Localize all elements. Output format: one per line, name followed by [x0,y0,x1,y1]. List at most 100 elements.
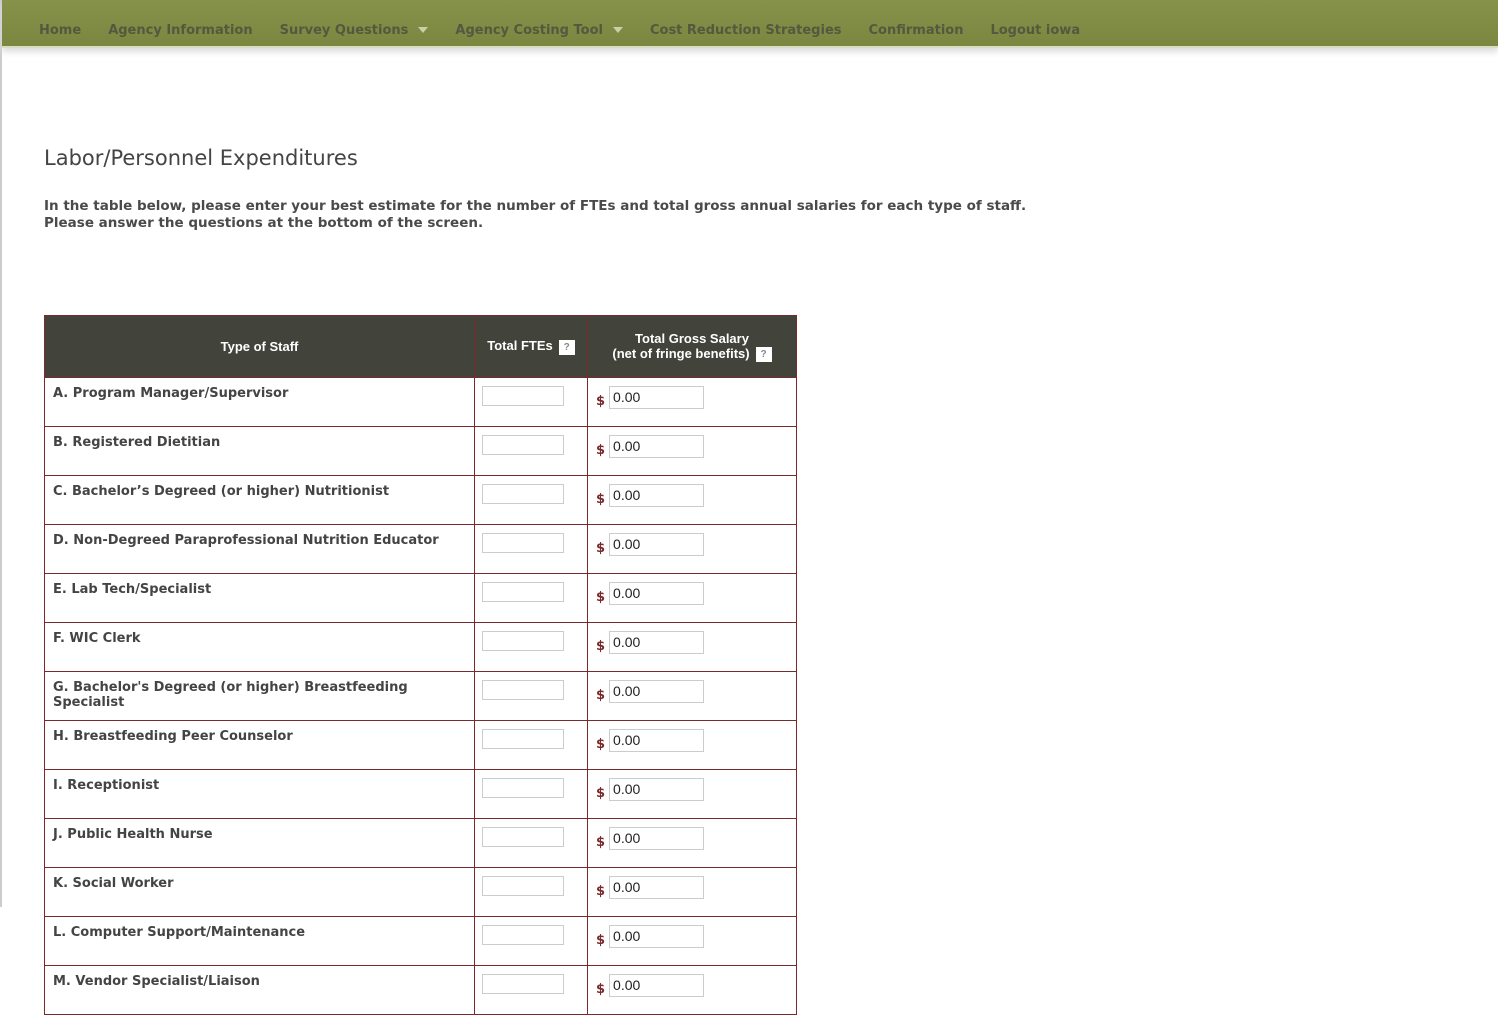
fte-cell [474,671,588,721]
header-total-ftes: Total FTEs? [474,315,588,378]
salary-input[interactable]: 0.00 [609,876,705,899]
nav-item-cost-reduction-strategies[interactable]: Cost Reduction Strategies [650,9,842,38]
instructions-line-1: In the table below, please enter your be… [44,198,1027,214]
nav-label: Survey Questions [279,22,409,38]
salary-input[interactable]: 0.00 [609,582,705,605]
currency-symbol: $ [596,394,606,409]
staff-type: E. Lab Tech/Specialist [44,573,475,623]
fte-cell [474,573,588,623]
instructions: In the table below, please enter your be… [44,198,1026,232]
fte-cell [474,867,588,917]
header-total-ftes-label: Total FTEs [487,338,553,354]
salary-cell: $0.00 [587,769,797,819]
salary-cell: $0.00 [587,573,797,623]
salary-input[interactable]: 0.00 [609,925,705,948]
table-row: K. Social Worker $0.00 [44,867,797,917]
salary-input[interactable]: 0.00 [609,778,705,801]
header-salary-line-1: Total Gross Salary [635,330,749,346]
salary-cell: $0.00 [587,622,797,672]
staff-type: L. Computer Support/Maintenance [44,916,475,966]
fte-input[interactable] [482,827,564,847]
salary-input[interactable]: 0.00 [609,386,705,409]
salary-input[interactable]: 0.00 [609,680,705,703]
fte-cell [474,769,588,819]
table-row: G. Bachelor's Degreed (or higher) Breast… [44,671,797,721]
table-row: H. Breastfeeding Peer Counselor $0.00 [44,720,797,770]
staff-type: J. Public Health Nurse [44,818,475,868]
staff-type: A. Program Manager/Supervisor [44,377,475,427]
fte-input[interactable] [482,974,564,994]
staff-type: D. Non-Degreed Paraprofessional Nutritio… [44,524,475,574]
fte-input[interactable] [482,386,564,406]
staff-type: H. Breastfeeding Peer Counselor [44,720,475,770]
nav-item-home[interactable]: Home [39,9,81,38]
table-row: M. Vendor Specialist/Liaison $0.00 [44,965,797,1015]
currency-symbol: $ [596,835,606,850]
salary-input[interactable]: 0.00 [609,533,705,556]
fte-input[interactable] [482,729,564,749]
fte-input[interactable] [482,778,564,798]
fte-cell [474,622,588,672]
salary-input[interactable]: 0.00 [609,435,705,458]
salary-cell: $0.00 [587,524,797,574]
fte-input[interactable] [482,631,564,651]
staff-type: G. Bachelor's Degreed (or higher) Breast… [44,671,475,721]
nav-label: Agency Costing Tool [455,22,603,38]
currency-symbol: $ [596,541,606,556]
fte-input[interactable] [482,435,564,455]
page-title: Labor/Personnel Expenditures [44,146,358,170]
salary-cell: $0.00 [587,426,797,476]
currency-symbol: $ [596,443,606,458]
nav-item-survey-questions[interactable]: Survey Questions [280,9,429,38]
nav-item-agency-costing-tool[interactable]: Agency Costing Tool [455,9,623,38]
salary-input[interactable]: 0.00 [609,631,705,654]
help-icon[interactable]: ? [755,347,772,363]
table-row: B. Registered Dietitian $0.00 [44,426,797,476]
top-nav: Home Agency Information Survey Questions Ag… [2,0,1498,48]
fte-input[interactable] [482,582,564,602]
salary-input[interactable]: 0.00 [609,484,705,507]
salary-cell: $0.00 [587,377,797,427]
nav-item-agency-information[interactable]: Agency Information [108,9,252,38]
table-row: A. Program Manager/Supervisor $0.00 [44,377,797,427]
staff-type: C. Bachelor’s Degreed (or higher) Nutrit… [44,475,475,525]
currency-symbol: $ [596,639,606,654]
staff-type: K. Social Worker [44,867,475,917]
nav-label: Confirmation [868,22,964,38]
currency-symbol: $ [596,737,606,752]
nav-label: Logout iowa [990,22,1081,38]
salary-cell: $0.00 [587,720,797,770]
currency-symbol: $ [596,982,606,997]
table-row: F. WIC Clerk $0.00 [44,622,797,672]
fte-input[interactable] [482,533,564,553]
salary-cell: $0.00 [587,867,797,917]
nav-item-confirmation[interactable]: Confirmation [869,9,964,38]
header-salary-line-2: (net of fringe benefits) [612,345,750,361]
help-icon[interactable]: ? [558,339,575,355]
table-row: L. Computer Support/Maintenance $0.00 [44,916,797,966]
table-row: E. Lab Tech/Specialist $0.00 [44,573,797,623]
salary-cell: $0.00 [587,965,797,1015]
fte-input[interactable] [482,484,564,504]
fte-input[interactable] [482,680,564,700]
chevron-down-icon [418,27,429,33]
nav-item-logout-iowa[interactable]: Logout iowa [990,9,1080,38]
staff-type: I. Receptionist [44,769,475,819]
salary-input[interactable]: 0.00 [609,729,705,752]
salary-input[interactable]: 0.00 [609,827,705,850]
salary-cell: $0.00 [587,475,797,525]
fte-cell [474,475,588,525]
fte-cell [474,720,588,770]
nav-label: Agency Information [108,22,253,38]
table-row: I. Receptionist $0.00 [44,769,797,819]
fte-cell [474,916,588,966]
fte-input[interactable] [482,925,564,945]
currency-symbol: $ [596,688,606,703]
header-type-of-staff: Type of Staff [44,315,475,378]
fte-cell [474,818,588,868]
table-row: J. Public Health Nurse $0.00 [44,818,797,868]
header-total-gross-salary: Total Gross Salary (net of fringe benefit… [587,315,797,378]
salary-input[interactable]: 0.00 [609,974,705,997]
fte-input[interactable] [482,876,564,896]
fte-cell [474,377,588,427]
